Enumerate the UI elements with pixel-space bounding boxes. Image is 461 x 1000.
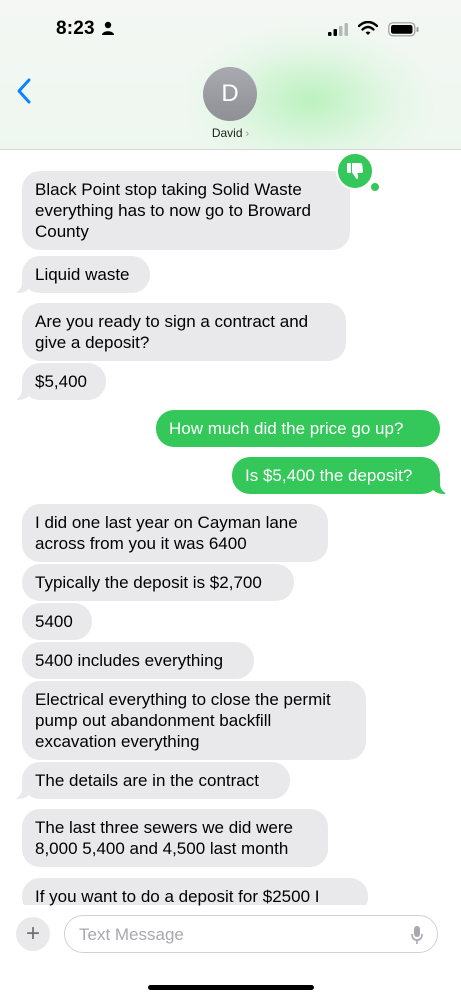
plus-icon: + (25, 920, 40, 947)
message-text: Liquid waste (35, 265, 130, 284)
plus-button[interactable]: + (16, 917, 50, 951)
avatar-initial: D (221, 80, 239, 107)
message-bubble-outgoing[interactable]: Is $5,400 the deposit? (232, 457, 450, 494)
microphone-icon[interactable] (411, 925, 423, 945)
message-input[interactable]: Text Message (64, 915, 438, 953)
home-indicator[interactable] (148, 985, 314, 990)
status-time: 8:23 (56, 18, 95, 39)
message-text: Electrical everything to close the permi… (35, 690, 331, 751)
reaction-badge[interactable] (336, 152, 374, 190)
message-text: I did one last year on Cayman lane acros… (35, 513, 298, 553)
contact-name[interactable]: David › (0, 126, 461, 140)
cellular-signal-icon (328, 23, 348, 36)
message-text: 5400 includes everything (35, 651, 224, 670)
message-bubble-incoming[interactable]: Liquid waste (12, 256, 150, 293)
battery-icon (388, 22, 419, 37)
message-bubble-incoming[interactable]: 5400 includes everything (22, 642, 254, 679)
back-chevron-icon[interactable] (14, 77, 34, 105)
message-bubble-incoming[interactable]: Black Point stop taking Solid Waste ever… (22, 171, 350, 250)
contact-name-label: David (211, 126, 243, 140)
message-text: Typically the deposit is $2,700 (35, 573, 262, 592)
message-bubble-incoming[interactable]: I did one last year on Cayman lane acros… (22, 504, 328, 562)
header-divider (0, 149, 461, 150)
message-text: Are you ready to sign a contract and giv… (35, 312, 309, 352)
person-icon (102, 21, 114, 35)
contact-avatar[interactable]: D (203, 67, 257, 121)
message-text: If you want to do a deposit for $2500 I (35, 887, 320, 906)
message-text: 5400 (35, 612, 73, 631)
message-text: The details are in the contract (35, 771, 259, 790)
thumbs-down-icon (347, 163, 364, 179)
message-text: Is $5,400 the deposit? (245, 466, 413, 485)
message-input-placeholder: Text Message (79, 925, 184, 944)
contact-chevron-icon: › (245, 128, 250, 140)
message-text: How much did the price go up? (169, 419, 404, 438)
message-bubble-incoming[interactable]: Electrical everything to close the permi… (22, 681, 366, 760)
message-text: The last three sewers we did were 8,000 … (35, 818, 293, 858)
message-bubble-outgoing[interactable]: How much did the price go up? (156, 410, 440, 447)
message-bubble-incoming[interactable]: 5400 (22, 603, 92, 640)
wifi-icon (358, 21, 378, 35)
message-bubble-incoming[interactable]: The details are in the contract (12, 762, 290, 799)
message-bubble-incoming[interactable]: $5,400 (12, 363, 106, 400)
message-text: Black Point stop taking Solid Waste ever… (35, 180, 311, 241)
message-bubble-incoming[interactable]: Are you ready to sign a contract and giv… (22, 303, 346, 361)
message-text: $5,400 (35, 372, 87, 391)
message-bubble-incoming[interactable]: The last three sewers we did were 8,000 … (22, 809, 328, 867)
message-bubble-incoming[interactable]: Typically the deposit is $2,700 (22, 564, 294, 601)
reaction-tail (370, 182, 380, 192)
